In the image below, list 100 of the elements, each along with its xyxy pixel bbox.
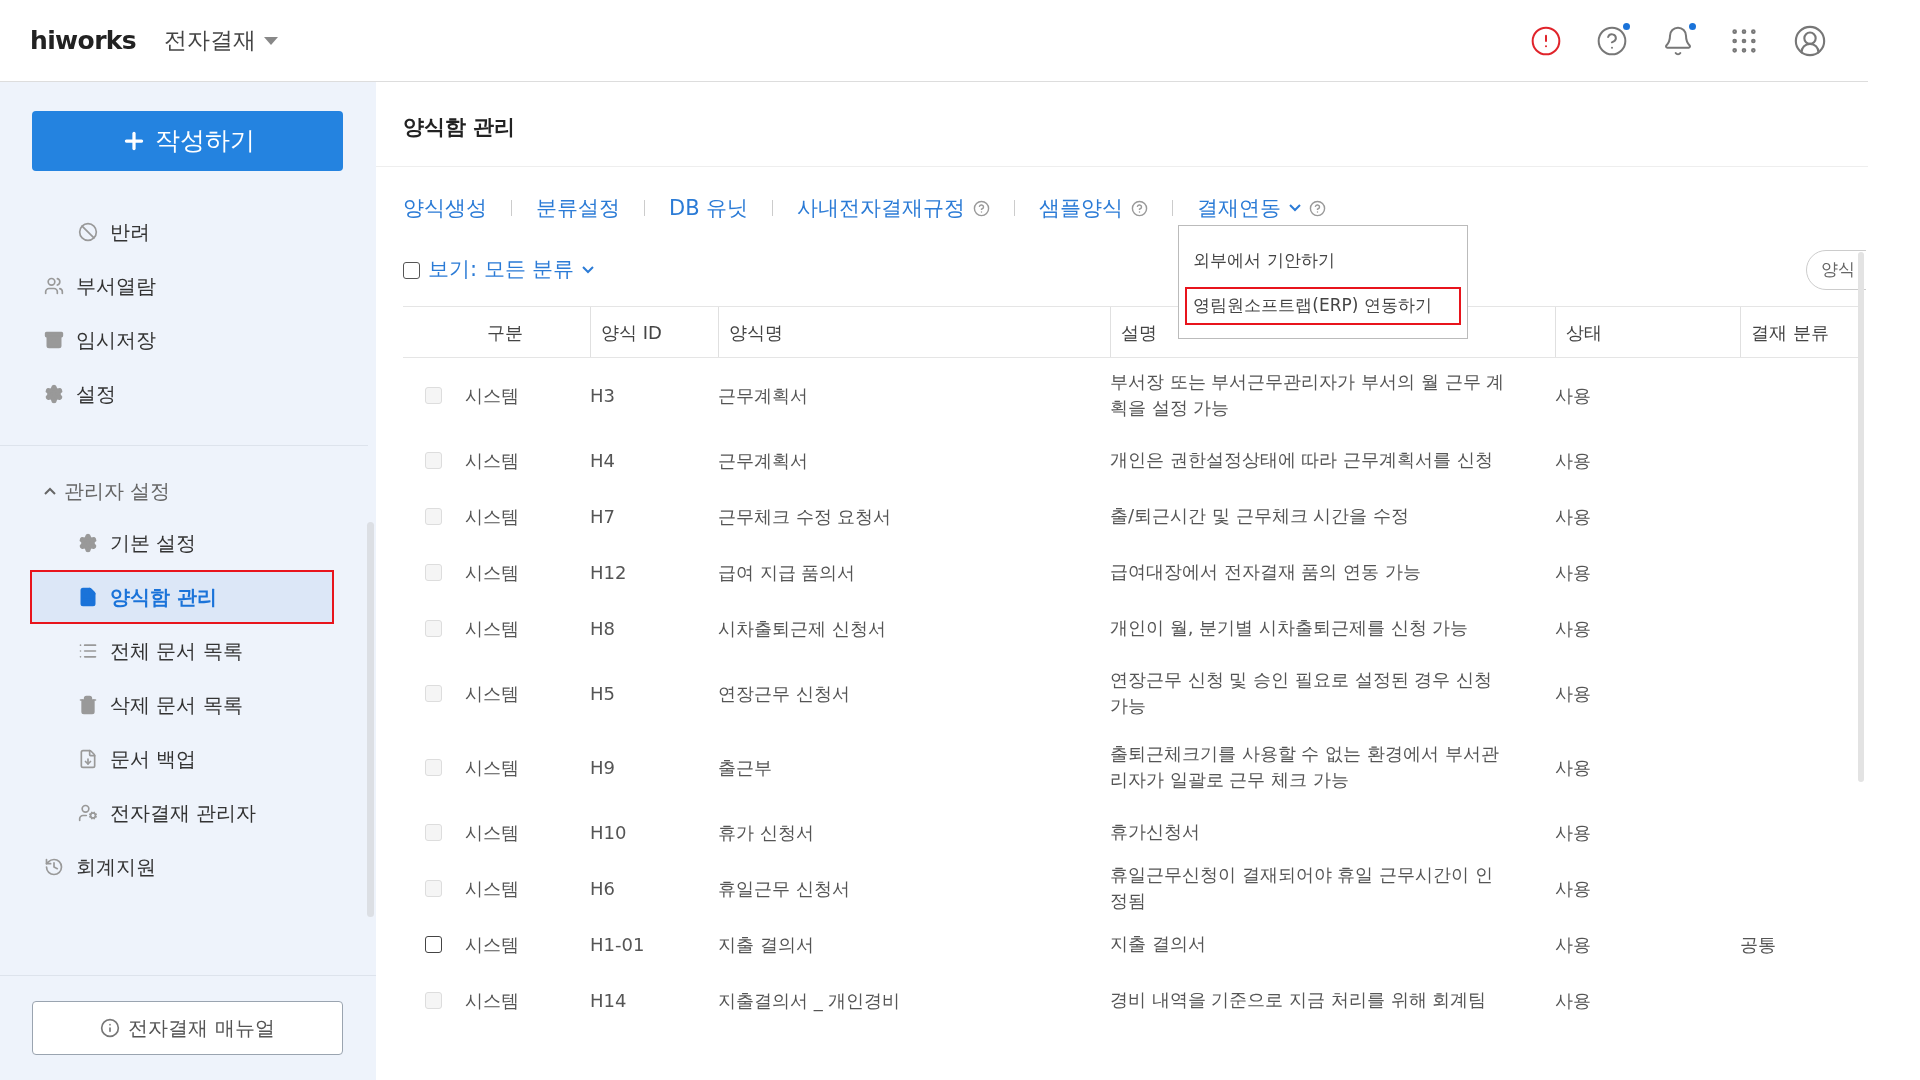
table-cell-text: H6: [590, 876, 615, 901]
table-cell-text: 사용: [1555, 820, 1591, 845]
table-cell-text: 시스템: [465, 560, 519, 585]
caret-icon: [44, 487, 56, 495]
trash-icon: [78, 695, 98, 715]
table-cell-text: 연장근무 신청 및 승인 필요로 설정된 경우 신청 가능: [1110, 668, 1494, 718]
sidebar-item[interactable]: 삭제 문서 목록: [32, 680, 332, 730]
column-header: 구분: [487, 320, 523, 345]
caret-icon: [1289, 204, 1302, 213]
table-cell-text: H10: [590, 820, 627, 845]
table-cell-text: 개인이 월, 분기별 시차출퇴근제를 신청 가능: [1110, 616, 1470, 640]
sidebar-item[interactable]: 반려: [32, 207, 332, 257]
table-cell-text: 시스템: [465, 383, 519, 408]
table-cell-text: 급여대장에서 전자결재 품의 연동 가능: [1110, 560, 1422, 584]
table-cell-text: 지출 결의서: [1110, 932, 1207, 956]
table-cell-text: 출퇴근체크기를 사용할 수 없는 환경에서 부서관리자가 일괄로 근무 체크 가능: [1110, 742, 1500, 792]
sidebar-item[interactable]: 부서열람: [32, 261, 332, 311]
sidebar-item[interactable]: 양식함 관리: [32, 572, 332, 622]
sidebar-item[interactable]: 임시저장: [32, 315, 332, 365]
ban-icon: [78, 222, 98, 242]
table-cell-text: 사용: [1555, 932, 1591, 957]
table-cell-text: 사용: [1555, 448, 1591, 473]
table-cell-text: 휴일근무신청이 결재되어야 휴일 근무시간이 인정됨: [1110, 863, 1494, 913]
sidebar-item[interactable]: 전체 문서 목록: [32, 626, 332, 676]
compose-button[interactable]: 작성하기: [32, 111, 343, 171]
help-icon[interactable]: [973, 199, 991, 217]
table-cell-text: H4: [590, 448, 615, 473]
table-cell-text: 시스템: [465, 988, 519, 1013]
menu-item[interactable]: 영림원소프트랩(ERP) 연동하기: [1187, 289, 1460, 323]
row-checkbox[interactable]: [425, 935, 442, 953]
logo[interactable]: hiworks: [30, 21, 137, 60]
file-download-icon: [78, 749, 98, 769]
category-filter[interactable]: 보기: 모든 분류: [403, 254, 595, 286]
sidebar-item[interactable]: 기본 설정: [32, 518, 332, 568]
user-gear-icon: [78, 803, 98, 823]
column-header: 양식명: [729, 320, 783, 345]
table-cell-text: 경비 내역을 기준으로 지금 처리를 위해 회계팀: [1110, 988, 1488, 1012]
users-icon: [44, 276, 64, 296]
table-cell-text: H1-01: [590, 932, 645, 957]
caret-icon: [264, 36, 279, 45]
table-cell-text: 사용: [1555, 504, 1591, 529]
table-cell-text: H9: [590, 755, 615, 780]
table-cell-text: 사용: [1555, 560, 1591, 585]
table-cell-text: 시스템: [465, 616, 519, 641]
table-cell-text: 시스템: [465, 504, 519, 529]
menu-item[interactable]: 외부에서 기안하기: [1187, 243, 1460, 277]
table-cell-text: 개인은 권한설정상태에 따라 근무계획서를 신청: [1110, 448, 1494, 472]
history-icon: [44, 857, 64, 877]
table-cell-text: 사용: [1555, 616, 1591, 641]
page-title: 양식함 관리: [403, 114, 516, 141]
nav-tab[interactable]: 양식생성: [403, 192, 487, 224]
table-cell-text: 공통: [1740, 932, 1776, 957]
table-cell-text: H3: [590, 383, 615, 408]
nav-tab[interactable]: 샘플양식: [1039, 192, 1124, 224]
info-icon: [100, 1018, 121, 1038]
column-header: 양식 ID: [601, 320, 662, 345]
table-cell-text: 시스템: [465, 820, 519, 845]
help-icon[interactable]: [1309, 199, 1327, 217]
table-cell-text: 출/퇴근시간 및 근무체크 시간을 수정: [1110, 504, 1410, 528]
sidebar-item[interactable]: 전자결재 관리자: [32, 788, 332, 838]
nav-tab[interactable]: 결재연동: [1197, 192, 1302, 224]
scrollbar[interactable]: [1858, 252, 1864, 782]
sidebar-item[interactable]: 문서 백업: [32, 734, 332, 784]
table-cell-text: 사용: [1555, 876, 1591, 901]
column-header: 상태: [1566, 320, 1602, 345]
table-cell-text: 시스템: [465, 876, 519, 901]
document-icon: [78, 587, 98, 607]
table-cell-text: 사용: [1555, 681, 1591, 706]
list-icon: [78, 641, 98, 661]
column-header: 설명: [1121, 320, 1157, 345]
table-cell-text: H12: [590, 560, 627, 585]
table-cell-text: 휴가신청서: [1110, 820, 1201, 844]
form-name-link[interactable]: 지출 결의서: [718, 930, 814, 958]
table-cell-text: 시스템: [465, 681, 519, 706]
caret-icon: [582, 266, 595, 274]
archive-icon: [44, 330, 64, 350]
filter-checkbox[interactable]: [403, 261, 420, 279]
manual-button[interactable]: 전자결재 매뉴얼: [32, 1001, 343, 1055]
sidebar-item[interactable]: 회계지원: [32, 842, 332, 892]
nav-tab[interactable]: DB 유닛: [669, 192, 749, 224]
table-cell-text: 사용: [1555, 383, 1591, 408]
table-cell-text: 시스템: [465, 932, 519, 957]
column-header: 결재 분류: [1751, 320, 1829, 345]
table-cell-text: 사용: [1555, 755, 1591, 780]
nav-tab[interactable]: 사내전자결재규정: [797, 192, 966, 224]
table-cell-text: H7: [590, 504, 615, 529]
table-cell-text: 부서장 또는 부서근무관리자가 부서의 월 근무 계획을 설정 가능: [1110, 370, 1506, 420]
admin-section-toggle[interactable]: 관리자 설정: [44, 476, 171, 506]
gear-icon: [44, 384, 64, 404]
gear-icon: [78, 533, 98, 553]
nav-tab[interactable]: 분류설정: [536, 192, 620, 224]
app-menu[interactable]: 전자결재: [164, 23, 279, 58]
table-cell-text: 시스템: [465, 755, 519, 780]
table-cell-text: H5: [590, 681, 615, 706]
table-cell-text: 사용: [1555, 988, 1591, 1013]
help-icon[interactable]: [1131, 199, 1149, 217]
sidebar-item[interactable]: 설정: [32, 369, 332, 419]
table-cell-text: 시스템: [465, 448, 519, 473]
table-cell-text: H8: [590, 616, 615, 641]
table-cell-text: H14: [590, 988, 627, 1013]
